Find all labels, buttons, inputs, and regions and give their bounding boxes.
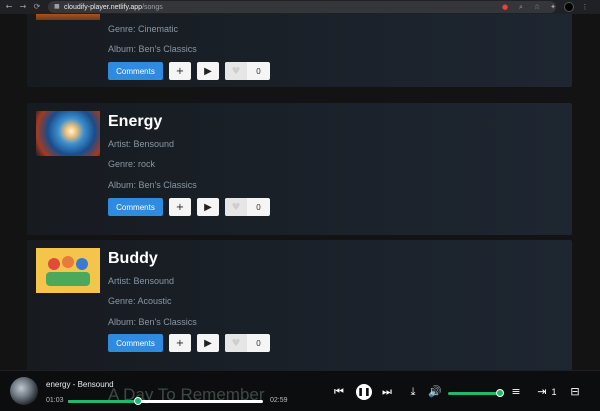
queue-list-icon[interactable]: ≡ bbox=[510, 385, 522, 399]
menu-dots-icon[interactable]: ⋮ bbox=[580, 2, 590, 12]
song-genre: Genre: rock bbox=[108, 159, 156, 169]
play-icon[interactable]: ▶ bbox=[197, 198, 219, 216]
player-bar: A Day To Remember energy - Bensound 01:0… bbox=[0, 370, 600, 411]
heart-icon: ♥ bbox=[225, 62, 247, 80]
like-count: 0 bbox=[256, 66, 261, 76]
forward-icon[interactable]: → bbox=[18, 2, 28, 12]
plus-icon[interactable]: + bbox=[169, 62, 191, 80]
url-domain: cloudify-player.netlify.app bbox=[64, 3, 143, 11]
profile-avatar[interactable] bbox=[564, 2, 574, 12]
url-path: /songs bbox=[142, 3, 163, 11]
songs-page: Genre: Cinematic Album: Ben's Classics C… bbox=[0, 14, 600, 370]
reload-icon[interactable]: ⟳ bbox=[32, 2, 42, 12]
bookmark-star-icon[interactable]: ☆ bbox=[532, 2, 542, 12]
next-track-icon[interactable]: ⏭ bbox=[381, 385, 393, 399]
song-genre: Genre: Acoustic bbox=[108, 296, 172, 306]
address-bar[interactable]: ■ cloudify-player.netlify.app /songs bbox=[48, 1, 556, 13]
play-icon[interactable]: ▶ bbox=[197, 62, 219, 80]
album-art bbox=[36, 248, 100, 293]
pause-icon[interactable]: ❚❚ bbox=[356, 384, 372, 400]
seek-bar[interactable] bbox=[68, 397, 263, 405]
song-title: Energy bbox=[108, 113, 163, 130]
now-playing-cover bbox=[10, 377, 38, 405]
album-art bbox=[36, 14, 100, 20]
song-card: Energy Artist: Bensound Genre: rock Albu… bbox=[27, 103, 572, 235]
song-card: Buddy Artist: Bensound Genre: Acoustic A… bbox=[27, 240, 572, 370]
browser-toolbar: ← → ⟳ ■ cloudify-player.netlify.app /son… bbox=[0, 0, 600, 14]
extension-icon[interactable]: ● bbox=[500, 2, 510, 12]
like-button[interactable]: ♥ 0 bbox=[225, 334, 270, 352]
now-playing-title: energy - Bensound bbox=[46, 380, 114, 389]
lock-icon: ■ bbox=[54, 3, 60, 10]
song-album: Album: Ben's Classics bbox=[108, 180, 197, 190]
song-title: Buddy bbox=[108, 250, 158, 267]
comments-button[interactable]: Comments bbox=[108, 62, 163, 80]
zoom-icon[interactable]: ⌕ bbox=[516, 2, 526, 12]
character-art bbox=[48, 258, 60, 270]
comments-button[interactable]: Comments bbox=[108, 198, 163, 216]
back-icon[interactable]: ← bbox=[4, 2, 14, 12]
queue-count: 1 bbox=[551, 387, 557, 397]
plus-icon[interactable]: + bbox=[169, 198, 191, 216]
duration: 02:59 bbox=[270, 397, 288, 404]
like-button[interactable]: ♥ 0 bbox=[225, 62, 270, 80]
play-next-icon[interactable]: ⇥ bbox=[536, 385, 548, 399]
album-art bbox=[36, 111, 100, 156]
play-icon[interactable]: ▶ bbox=[197, 334, 219, 352]
heart-icon: ♥ bbox=[225, 334, 247, 352]
extensions-puzzle-icon[interactable]: ✦ bbox=[548, 2, 558, 12]
song-card: Genre: Cinematic Album: Ben's Classics C… bbox=[27, 14, 572, 87]
minimize-player-icon[interactable]: ⊟ bbox=[569, 385, 581, 399]
character-art bbox=[76, 258, 88, 270]
volume-icon[interactable]: 🔊 bbox=[428, 385, 442, 399]
song-artist: Artist: Bensound bbox=[108, 139, 175, 149]
previous-track-icon[interactable]: ⏮ bbox=[333, 385, 345, 399]
comments-button[interactable]: Comments bbox=[108, 334, 163, 352]
song-album: Album: Ben's Classics bbox=[108, 317, 197, 327]
heart-icon: ♥ bbox=[225, 198, 247, 216]
song-album: Album: Ben's Classics bbox=[108, 44, 197, 54]
song-genre: Genre: Cinematic bbox=[108, 24, 179, 34]
character-art bbox=[62, 256, 74, 268]
character-art bbox=[46, 272, 90, 286]
volume-slider[interactable] bbox=[448, 389, 504, 397]
like-count: 0 bbox=[256, 202, 261, 212]
seek-progress bbox=[68, 400, 139, 403]
like-count: 0 bbox=[256, 338, 261, 348]
volume-handle[interactable] bbox=[496, 389, 504, 397]
like-button[interactable]: ♥ 0 bbox=[225, 198, 270, 216]
song-artist: Artist: Bensound bbox=[108, 276, 175, 286]
current-time: 01:03 bbox=[46, 397, 64, 404]
download-icon[interactable]: ⤓ bbox=[407, 385, 419, 399]
plus-icon[interactable]: + bbox=[169, 334, 191, 352]
